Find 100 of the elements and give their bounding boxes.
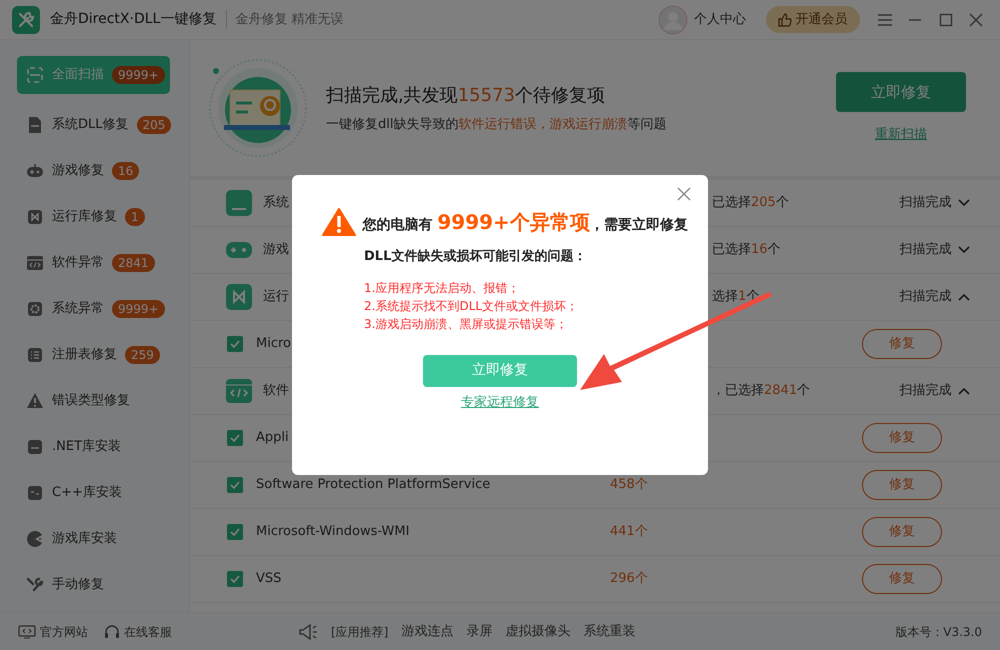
item-name: Software Protection PlatformService (256, 476, 492, 494)
issue-count: 441个 (610, 523, 649, 542)
footer-link[interactable]: 在线客服 (104, 622, 172, 640)
expand-toggle[interactable]: 扫描完成 (900, 193, 970, 213)
category-icon (225, 377, 253, 405)
selected-count: 已选择16个 (712, 241, 781, 260)
version-label: 版本号：V3.3.0 (895, 624, 982, 640)
avatar-icon (658, 4, 688, 34)
sidebar-item[interactable]: 软件异常 2841 (0, 240, 189, 286)
problems-heading: DLL文件缺失或损坏可能引发的问题： (363, 248, 588, 266)
category-name: 游戏 (263, 241, 289, 260)
chevron-up-icon (958, 293, 970, 301)
menu-item-icon (26, 530, 44, 548)
checkmark-icon (230, 575, 240, 583)
fix-button[interactable]: 修复 (862, 517, 942, 547)
selected-count: ，已选择2841个 (712, 382, 810, 400)
rescan-link[interactable]: 重新扫描 (875, 124, 927, 144)
tools-icon (17, 10, 35, 28)
sidebar-item[interactable]: 游戏修复 16 (0, 148, 189, 194)
chevron-down-icon (958, 246, 970, 254)
item-name: Microsoft-Windows-WMI (256, 523, 410, 542)
problem-item: 3.游戏启动崩溃、黑屏或提示错误等； (364, 316, 568, 332)
category-icon (225, 189, 253, 217)
scan-result-description: 一键修复dll缺失导致的软件运行错误，游戏运行崩溃等问题 (326, 116, 668, 134)
warning-icon (322, 208, 356, 236)
expand-toggle[interactable]: 扫描完成 (900, 287, 970, 307)
checkbox[interactable] (227, 477, 243, 493)
menu-item-icon (26, 162, 44, 180)
monitor-icon (18, 624, 36, 638)
scan-result-headline: 扫描完成,共发现15573个待修复项 (326, 84, 606, 108)
count-badge: 205 (136, 116, 172, 134)
footer-link[interactable]: 官方网站 (18, 622, 88, 640)
promo-link[interactable]: 录屏 (466, 622, 492, 642)
menu-item-icon (26, 438, 44, 456)
checkbox[interactable] (227, 430, 243, 446)
sidebar-item[interactable]: 系统DLL修复 205 (0, 102, 189, 148)
menu-item-icon (26, 346, 44, 364)
checkmark-icon (230, 481, 240, 489)
category-icon (225, 283, 253, 311)
app-slogan: 金舟修复 精准无误 (226, 10, 344, 30)
sidebar-item[interactable]: 手动修复 (0, 562, 189, 608)
expand-toggle[interactable]: 扫描完成 (900, 240, 970, 260)
count-badge: 9999+ (112, 66, 165, 84)
menu-item-icon (26, 254, 44, 272)
menu-item-icon (26, 300, 44, 318)
count-badge: 9999+ (112, 300, 165, 318)
sidebar-item[interactable]: .NET库安装 (0, 424, 189, 470)
category-name: 软件 (263, 382, 289, 400)
checkbox[interactable] (227, 336, 243, 352)
checkmark-icon (230, 434, 240, 442)
sidebar-item[interactable]: 注册表修复 259 (0, 332, 189, 378)
checkbox[interactable] (227, 571, 243, 587)
category-name: 运行 (263, 288, 289, 306)
menu-item-icon (26, 392, 44, 410)
sidebar-item[interactable]: 错误类型修复 (0, 378, 189, 424)
sidebar-item[interactable]: 全面扫描 9999+ (17, 56, 170, 94)
remote-repair-link[interactable]: 专家远程修复 (461, 393, 539, 412)
menu-item-icon (26, 484, 44, 502)
chevron-up-icon (958, 387, 970, 395)
sidebar-item[interactable]: C++库安装 (0, 470, 189, 516)
megaphone-icon (298, 622, 318, 640)
problem-item: 1.应用程序无法启动、报错； (364, 280, 520, 296)
chevron-down-icon (958, 199, 970, 207)
sidebar-item[interactable]: 系统异常 9999+ (0, 286, 189, 332)
fix-now-button[interactable]: 立即修复 (836, 72, 966, 112)
promo-link[interactable]: 系统重装 (583, 622, 636, 642)
menu-item-icon (26, 116, 44, 134)
promo-link[interactable]: 虚拟摄像头 (505, 622, 570, 642)
item-name: Micro (256, 335, 292, 354)
fix-button[interactable]: 修复 (862, 329, 942, 359)
count-badge: 16 (112, 162, 140, 180)
vip-button[interactable]: 开通会员 (766, 6, 860, 34)
checkmark-icon (230, 528, 240, 536)
alert-message: 您的电脑有 9999+个异常项，需要立即修复 (362, 209, 688, 236)
fix-button[interactable]: 修复 (862, 470, 942, 500)
thumbs-up-icon (778, 12, 792, 26)
count-badge: 259 (125, 346, 160, 364)
promo-label: [应用推荐] (331, 624, 388, 640)
window-title: 金舟DirectX·DLL一键修复 (50, 10, 216, 29)
sidebar-item[interactable]: 运行库修复 1 (0, 194, 189, 240)
count-badge: 2841 (112, 254, 155, 272)
problem-item: 2.系统提示找不到DLL文件或文件损坏； (364, 298, 580, 314)
fix-button[interactable]: 修复 (862, 564, 942, 594)
expand-toggle[interactable]: 扫描完成 (900, 381, 970, 401)
fix-now-button[interactable]: 立即修复 (423, 354, 577, 386)
item-name: Appli (256, 429, 290, 448)
user-center-link[interactable]: 个人中心 (694, 10, 746, 30)
issue-count: 296个 (610, 570, 649, 588)
promo-link[interactable]: 游戏连点 (401, 622, 454, 642)
headset-icon (104, 624, 120, 640)
menu-item-icon (26, 208, 44, 226)
checkbox[interactable] (227, 524, 243, 540)
sidebar-item[interactable]: 游戏库安装 (0, 516, 189, 562)
count-badge: 1 (125, 208, 145, 226)
category-name: 系统 (263, 194, 289, 212)
menu-item-icon (26, 66, 44, 84)
item-name: VSS (256, 570, 282, 588)
checkmark-icon (230, 340, 240, 348)
fix-button[interactable]: 修复 (862, 423, 942, 453)
selected-count: 已选择205个 (712, 194, 789, 212)
